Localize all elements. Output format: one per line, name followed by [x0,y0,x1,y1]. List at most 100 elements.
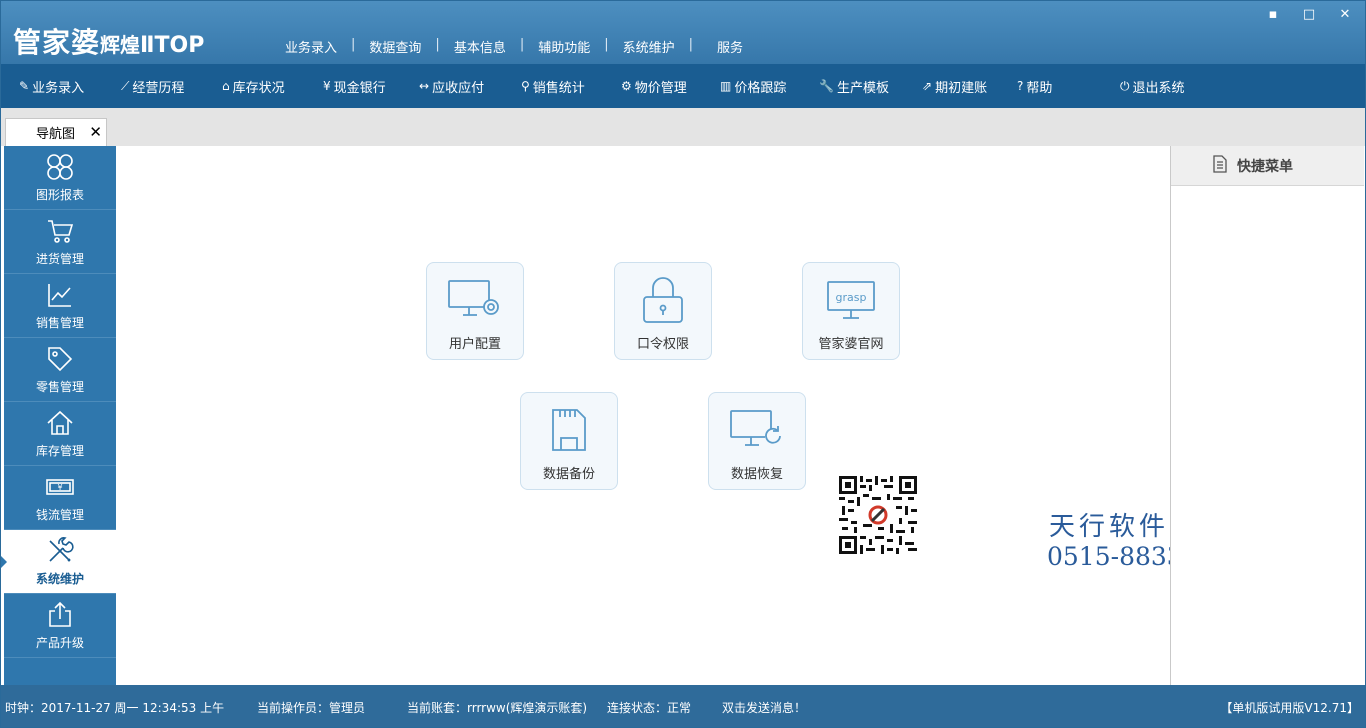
tab-label: 导航图 [36,127,76,142]
tab-navigation-map[interactable]: 导航图 ✕ [5,118,107,146]
toolbar-exit-button[interactable]: ⏻ 退出系统 [1120,64,1185,108]
top-menu-item-business-entry[interactable]: 业务录入 [285,37,337,56]
toolbar-operating-history-button[interactable]: ⟋ 经营历程 [121,64,184,108]
money-icon: ¥ [4,472,116,502]
sidebar-item-label: 产品升级 [35,636,84,650]
top-menu: 业务录入 | 数据查询 | 基本信息 | 辅助功能 | 系统维护 | 服务 [285,37,743,56]
grasp-screen-text: grasp [836,291,867,304]
tab-close-icon[interactable]: ✕ [89,123,102,141]
status-connection: 连接状态：正常 [607,701,692,715]
help-icon: ? [1017,79,1024,93]
card-label: 数据备份 [542,467,595,482]
watermark-company-name: 天行软件 [1049,512,1170,542]
toolbar-opening-accounts-button[interactable]: ⇗ 期初建账 [922,64,987,108]
menu-separator: | [604,37,609,52]
official-site-card[interactable]: grasp 管家婆官网 [802,262,900,360]
tab-strip: 导航图 ✕ [1,108,1365,146]
sidebar-item-sales[interactable]: 销售管理 [4,274,116,338]
sidebar: 图形报表 进货管理 销售管理 零售管理 库存管理 ¥ 钱流管理 系统维护 产品升… [1,146,116,685]
sidebar-item-inventory[interactable]: 库存管理 [4,402,116,466]
card-label: 数据恢复 [730,467,783,482]
toolbar-label: 价格跟踪 [734,80,787,96]
top-menu-item-system-maintenance[interactable]: 系统维护 [623,37,675,56]
sidebar-item-purchase[interactable]: 进货管理 [4,210,116,274]
toolbar-production-template-button[interactable]: 🔧 生产模板 [819,64,889,108]
top-menu-item-data-query[interactable]: 数据查询 [369,37,421,56]
grasp-monitor-icon: grasp [803,271,899,329]
window-controls: ▪ □ ✕ [1265,7,1353,22]
quick-menu-panel: 快捷菜单 [1170,146,1364,685]
sidebar-item-label: 系统维护 [35,572,84,586]
toolbar-label: 期初建账 [935,80,988,96]
svg-text:¥: ¥ [57,483,62,492]
toolbar-price-management-button[interactable]: ⚙ 物价管理 [621,64,687,108]
menu-separator: | [435,37,440,52]
app-window: 管家婆辉煌ⅡTOP 业务录入 | 数据查询 | 基本信息 | 辅助功能 | 系统维护 | … [0,0,1366,728]
password-permission-card[interactable]: 口令权限 [614,262,712,360]
power-icon: ⏻ [1120,78,1130,93]
logo-sub: 辉煌 [100,33,141,57]
sidebar-item-system-maintenance[interactable]: 系统维护 [1,530,116,594]
lock-icon [615,271,711,329]
status-version: 【单机版试用版V12.71】 [1220,701,1359,715]
card-label: 管家婆官网 [818,337,884,352]
sidebar-item-label: 进货管理 [35,252,84,266]
close-window-button[interactable]: ✕ [1337,7,1353,22]
toolbar-label: 生产模板 [836,80,889,96]
yen-icon: ¥ [323,79,331,93]
maximize-button[interactable]: □ [1301,7,1317,22]
status-send-message[interactable]: 双击发送消息！ [722,699,806,716]
main-content: 用户配置 口令权限 grasp 管家婆官网 数据备份 数据恢复 天行软件 051… [116,146,1246,685]
external-link-icon: ⇗ [922,79,933,93]
app-logo: 管家婆辉煌ⅡTOP [13,21,204,61]
cart-icon [4,216,116,246]
sidebar-item-graph-reports[interactable]: 图形报表 [4,146,116,210]
top-menu-item-service[interactable]: 服务 [717,37,743,56]
toolbar-label: 物价管理 [634,80,687,96]
sidebar-item-label: 零售管理 [35,380,84,394]
sidebar-item-retail[interactable]: 零售管理 [4,338,116,402]
data-restore-card[interactable]: 数据恢复 [708,392,806,490]
logo-main: 管家婆 [13,26,101,59]
bar-chart-icon: ▥ [720,79,732,93]
swap-arrows-icon: ↔ [419,79,430,93]
toolbar-price-tracking-button[interactable]: ▥ 价格跟踪 [720,64,786,108]
house-icon [4,408,116,438]
title-bar: 管家婆辉煌ⅡTOP 业务录入 | 数据查询 | 基本信息 | 辅助功能 | 系统维护 | … [1,1,1365,64]
monitor-gear-icon [427,271,523,329]
top-menu-item-aux-functions[interactable]: 辅助功能 [538,37,590,56]
tools-icon [4,536,116,566]
toolbar-label: 业务录入 [32,80,85,96]
top-menu-item-basic-info[interactable]: 基本信息 [454,37,506,56]
user-config-card[interactable]: 用户配置 [426,262,524,360]
data-backup-card[interactable]: 数据备份 [520,392,618,490]
sd-card-icon [521,401,617,459]
menu-separator: | [519,37,525,52]
menu-separator: | [688,37,694,52]
toolbar-business-entry-button[interactable]: ✎ 业务录入 [19,64,84,108]
toolbar-label: 现金银行 [333,80,386,96]
sidebar-item-cash-flow[interactable]: ¥ 钱流管理 [4,466,116,530]
quick-menu-title: 快捷菜单 [1237,158,1293,175]
minimize-button[interactable]: ▪ [1265,7,1281,22]
trend-chart-icon [4,280,116,310]
document-icon [1213,155,1227,176]
sidebar-item-product-upgrade[interactable]: 产品升级 [4,594,116,658]
grid-icon [4,152,116,182]
quick-menu-header: 快捷菜单 [1171,146,1364,186]
toolbar-inventory-status-button[interactable]: ⌂ 库存状况 [222,64,285,108]
toolbar-receivable-payable-button[interactable]: ↔ 应收应付 [419,64,484,108]
card-label: 用户配置 [448,337,501,352]
tag-icon [4,344,116,374]
gear-icon: ⚙ [621,79,632,93]
toolbar-sales-stats-button[interactable]: ⚲ 销售统计 [521,64,585,108]
menu-separator: | [351,37,356,52]
status-clock: 时钟：2017-11-27 周一 12:34:53 上午 [5,701,225,715]
logo-top: ⅡTOP [140,33,205,58]
toolbar-label: 帮助 [1026,80,1053,96]
toolbar-label: 库存状况 [232,80,285,96]
toolbar-help-button[interactable]: ? 帮助 [1017,64,1052,108]
toolbar-cash-bank-button[interactable]: ¥ 现金银行 [323,64,386,108]
home-icon: ⌂ [222,79,230,93]
sidebar-item-label: 销售管理 [35,316,84,330]
